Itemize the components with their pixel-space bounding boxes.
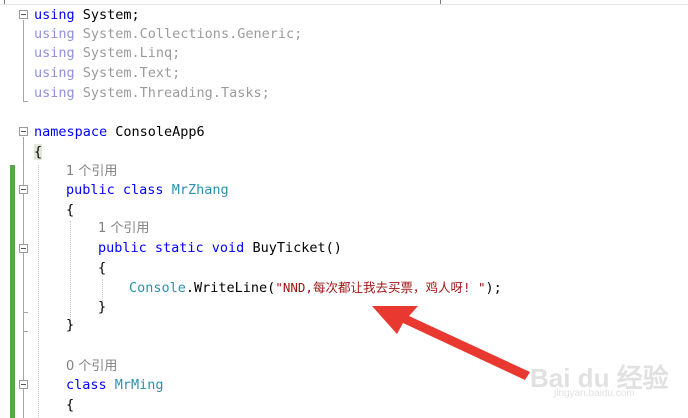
- reference-count-link[interactable]: 0 个引用: [66, 359, 117, 374]
- code-line: 1 个引用: [98, 219, 149, 238]
- code-line: public static void BuyTicket(): [98, 239, 342, 258]
- brace-token: }: [98, 299, 107, 315]
- top-strip-tick: [440, 0, 441, 4]
- string-literal: "NND,每次都让我去买票，鸡人呀! ": [275, 280, 486, 295]
- type-token: MrMing: [114, 377, 164, 393]
- code-line: {: [98, 259, 106, 278]
- outline-line: [23, 20, 24, 102]
- code-text: ConsoleApp6: [107, 124, 205, 140]
- code-text: );: [485, 280, 502, 296]
- code-line: {: [66, 396, 74, 415]
- brace-token: {: [34, 144, 43, 160]
- brace-token: {: [66, 397, 75, 413]
- outline-line-end: [23, 331, 28, 332]
- keyword-token: using: [34, 85, 75, 101]
- reference-count-link[interactable]: 1 个引用: [98, 221, 149, 236]
- keyword-token: using: [34, 45, 75, 61]
- code-text: BuyTicket(): [244, 240, 342, 256]
- code-line: 0 个引用: [66, 357, 117, 376]
- keyword-token: namespace: [34, 124, 108, 140]
- outline-line: [23, 137, 24, 418]
- keyword-token: public class: [66, 182, 164, 198]
- collapse-icon[interactable]: [19, 10, 28, 19]
- keyword-token: using: [34, 7, 75, 23]
- code-line: using System;: [34, 6, 140, 25]
- brace-token: {: [98, 260, 107, 276]
- code-line: {: [34, 143, 43, 162]
- keyword-token: using: [34, 65, 75, 81]
- code-text: System.Collections.Generic;: [74, 26, 303, 42]
- indent-guide: [70, 221, 71, 331]
- code-line: Console.WriteLine("NND,每次都让我去买票，鸡人呀! ");: [129, 278, 502, 297]
- baidu-watermark: Bai du 经验 jingyan.baidu.com: [528, 352, 678, 402]
- code-line: class MrMing: [66, 376, 164, 395]
- code-text: .WriteLine(: [185, 280, 276, 296]
- code-line: using System.Text;: [34, 64, 180, 83]
- code-line: public class MrZhang: [66, 181, 229, 200]
- code-line: namespace ConsoleApp6: [34, 123, 205, 142]
- brace-token: {: [66, 202, 75, 218]
- code-text: System.Threading.Tasks;: [74, 85, 270, 101]
- watermark-url: jingyan.baidu.com: [554, 388, 635, 399]
- outline-line-end: [23, 101, 28, 102]
- code-text: System;: [74, 7, 140, 23]
- top-strip-tick: [4, 0, 5, 4]
- change-tracking-bar: [10, 165, 15, 418]
- code-line: using System.Threading.Tasks;: [34, 84, 270, 103]
- collapse-icon[interactable]: [19, 380, 28, 389]
- type-token: MrZhang: [171, 182, 229, 198]
- brace-token: }: [66, 317, 75, 333]
- code-line: }: [66, 316, 74, 335]
- indent-guide: [38, 165, 39, 418]
- code-line: {: [66, 201, 74, 220]
- type-token: Console: [129, 280, 186, 296]
- code-line: }: [98, 298, 106, 317]
- code-text: System.Linq;: [74, 45, 181, 61]
- code-text: System.Text;: [74, 65, 181, 81]
- arrow-shape: [372, 306, 530, 380]
- collapse-icon[interactable]: [19, 127, 28, 136]
- collapse-icon[interactable]: [19, 244, 28, 253]
- keyword-token: class: [66, 377, 107, 393]
- keyword-token: using: [34, 26, 75, 42]
- keyword-token: public static void: [98, 240, 245, 256]
- collapse-icon[interactable]: [19, 185, 28, 194]
- code-line: using System.Collections.Generic;: [34, 25, 302, 44]
- code-line: using System.Linq;: [34, 44, 180, 63]
- reference-count-link[interactable]: 1 个引用: [66, 164, 117, 179]
- editor-top-strip: [0, 0, 688, 5]
- code-line: 1 个引用: [66, 162, 117, 181]
- outline-line-end: [23, 312, 28, 313]
